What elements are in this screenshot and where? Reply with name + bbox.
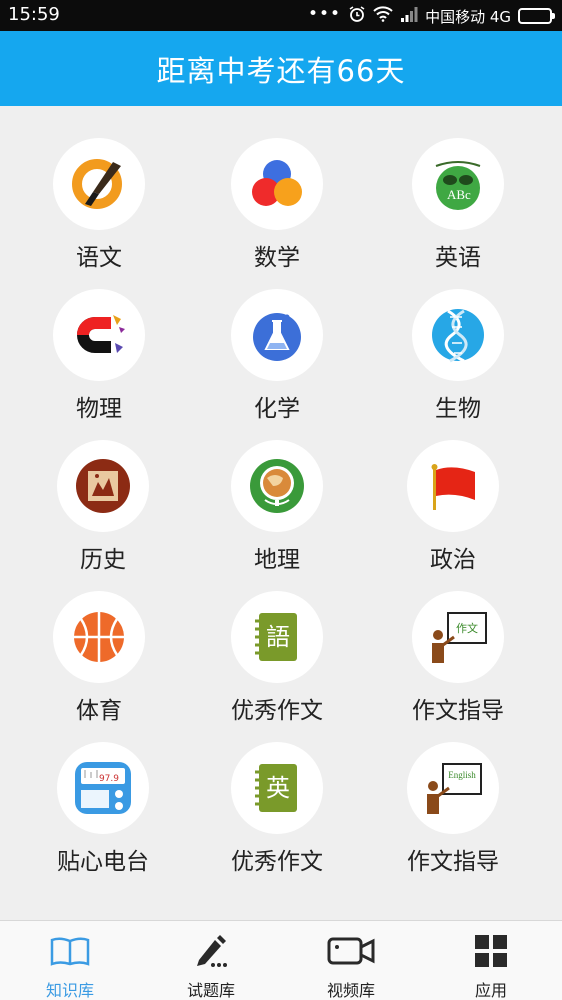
nav-tab-knowledge[interactable]: 知识库 xyxy=(0,921,140,1000)
magnet-icon xyxy=(69,305,129,365)
subject-item-english-essays[interactable]: 英 优秀作文 xyxy=(202,742,352,882)
subject-label: 贴心电台 xyxy=(57,849,149,875)
subject-icon-circle xyxy=(57,440,149,532)
subject-icon-circle xyxy=(53,289,145,381)
teacher-board-icon: 作文 xyxy=(426,607,490,667)
subject-label: 英语 xyxy=(435,245,481,271)
subject-label: 作文指导 xyxy=(412,698,504,724)
nav-tab-videos[interactable]: 视频库 xyxy=(281,921,421,1000)
notebook-glyph: 英 xyxy=(266,774,290,802)
subject-item-english[interactable]: ABc 英语 xyxy=(383,138,533,278)
nav-tab-questions[interactable]: 试题库 xyxy=(141,921,281,1000)
notebook-glyph: 語 xyxy=(266,623,290,651)
subject-item-english-essay-guide[interactable]: English 作文指导 xyxy=(378,742,528,882)
subject-icon-circle: 英 xyxy=(231,742,323,834)
subject-icon-circle xyxy=(407,440,499,532)
subject-icon-circle xyxy=(231,138,323,230)
subject-item-physics[interactable]: 物理 xyxy=(24,289,174,429)
subject-item-geography[interactable]: 地理 xyxy=(202,440,352,580)
subject-icon-circle xyxy=(53,138,145,230)
pencil-icon xyxy=(193,933,229,969)
subject-label: 政治 xyxy=(430,547,476,573)
subject-icon-circle xyxy=(53,591,145,683)
english-notebook-icon: 英 xyxy=(247,758,307,818)
wifi-icon xyxy=(373,6,393,26)
subject-icon-circle: ABc xyxy=(412,138,504,230)
video-camera-icon xyxy=(327,933,375,969)
subject-item-math[interactable]: 数学 xyxy=(202,138,352,278)
alarm-icon xyxy=(348,5,366,27)
apps-grid-icon xyxy=(474,933,508,969)
board-glyph: 作文 xyxy=(456,621,478,635)
bottom-nav: 知识库 试题库 视频库 应用 xyxy=(0,920,562,1000)
subject-label: 体育 xyxy=(76,698,122,724)
subject-icon-circle: 97.9 xyxy=(57,742,149,834)
dna-icon xyxy=(428,305,488,365)
nav-label: 应用 xyxy=(474,981,507,1000)
red-flag-icon xyxy=(423,456,483,516)
subject-label: 语文 xyxy=(76,245,122,271)
subject-label: 物理 xyxy=(76,396,122,422)
svg-text:ABc: ABc xyxy=(447,187,471,202)
subject-icon-circle: English xyxy=(407,742,499,834)
ancient-seal-icon xyxy=(73,456,133,516)
subject-label: 优秀作文 xyxy=(231,849,323,875)
signal-icon xyxy=(400,6,418,26)
carrier-label: 中国移动 4G xyxy=(425,7,511,26)
status-time: 15:59 xyxy=(8,4,60,25)
subject-icon-circle: 語 xyxy=(231,591,323,683)
status-indicators: ••• 中国移动 4G xyxy=(307,4,555,27)
more-notifications-icon: ••• xyxy=(307,4,342,24)
subject-item-pe[interactable]: 体育 xyxy=(24,591,174,731)
countdown-header: 距离中考还有66天 xyxy=(0,31,562,106)
subject-label: 作文指导 xyxy=(407,849,499,875)
subject-label: 生物 xyxy=(435,396,481,422)
teacher-board-english-icon: English xyxy=(421,758,485,818)
battery-icon xyxy=(518,8,555,24)
subject-item-chemistry[interactable]: 化学 xyxy=(202,289,352,429)
book-icon xyxy=(50,933,90,969)
subject-icon-circle xyxy=(412,289,504,381)
nav-tab-apps[interactable]: 应用 xyxy=(421,921,561,1000)
abc-globe-icon: ABc xyxy=(428,154,488,214)
chinese-notebook-icon: 語 xyxy=(247,607,307,667)
subject-item-biology[interactable]: 生物 xyxy=(383,289,533,429)
subject-icon-circle xyxy=(231,289,323,381)
color-circles-icon xyxy=(247,154,307,214)
brush-icon xyxy=(69,154,129,214)
subject-icon-circle xyxy=(231,440,323,532)
nav-label: 知识库 xyxy=(45,981,94,1000)
page-title: 距离中考还有66天 xyxy=(156,53,406,88)
subject-item-radio[interactable]: 97.9 贴心电台 xyxy=(28,742,178,882)
globe-icon xyxy=(247,456,307,516)
nav-label: 视频库 xyxy=(326,981,375,1000)
subject-label: 数学 xyxy=(254,245,300,271)
subject-icon-circle: 作文 xyxy=(412,591,504,683)
flask-icon xyxy=(247,305,307,365)
subject-item-history[interactable]: 历史 xyxy=(28,440,178,580)
status-bar: 15:59 ••• 中国移动 4G xyxy=(0,0,562,31)
subject-item-essay-guide[interactable]: 作文 作文指导 xyxy=(383,591,533,731)
subject-item-chinese[interactable]: 语文 xyxy=(24,138,174,278)
basketball-icon xyxy=(69,607,129,667)
subject-label: 化学 xyxy=(254,396,300,422)
radio-icon: 97.9 xyxy=(71,756,135,820)
subject-item-politics[interactable]: 政治 xyxy=(378,440,528,580)
radio-frequency: 97.9 xyxy=(99,774,119,784)
subject-label: 历史 xyxy=(80,547,126,573)
board-glyph: English xyxy=(448,770,476,780)
subject-grid: 语文 数学 ABc 英语 物理 化学 生物 历史 地理 政治 体育 語 优秀作文… xyxy=(0,106,562,920)
subject-label: 地理 xyxy=(254,547,300,573)
subject-item-chinese-essays[interactable]: 語 优秀作文 xyxy=(202,591,352,731)
nav-label: 试题库 xyxy=(186,981,235,1000)
subject-label: 优秀作文 xyxy=(231,698,323,724)
